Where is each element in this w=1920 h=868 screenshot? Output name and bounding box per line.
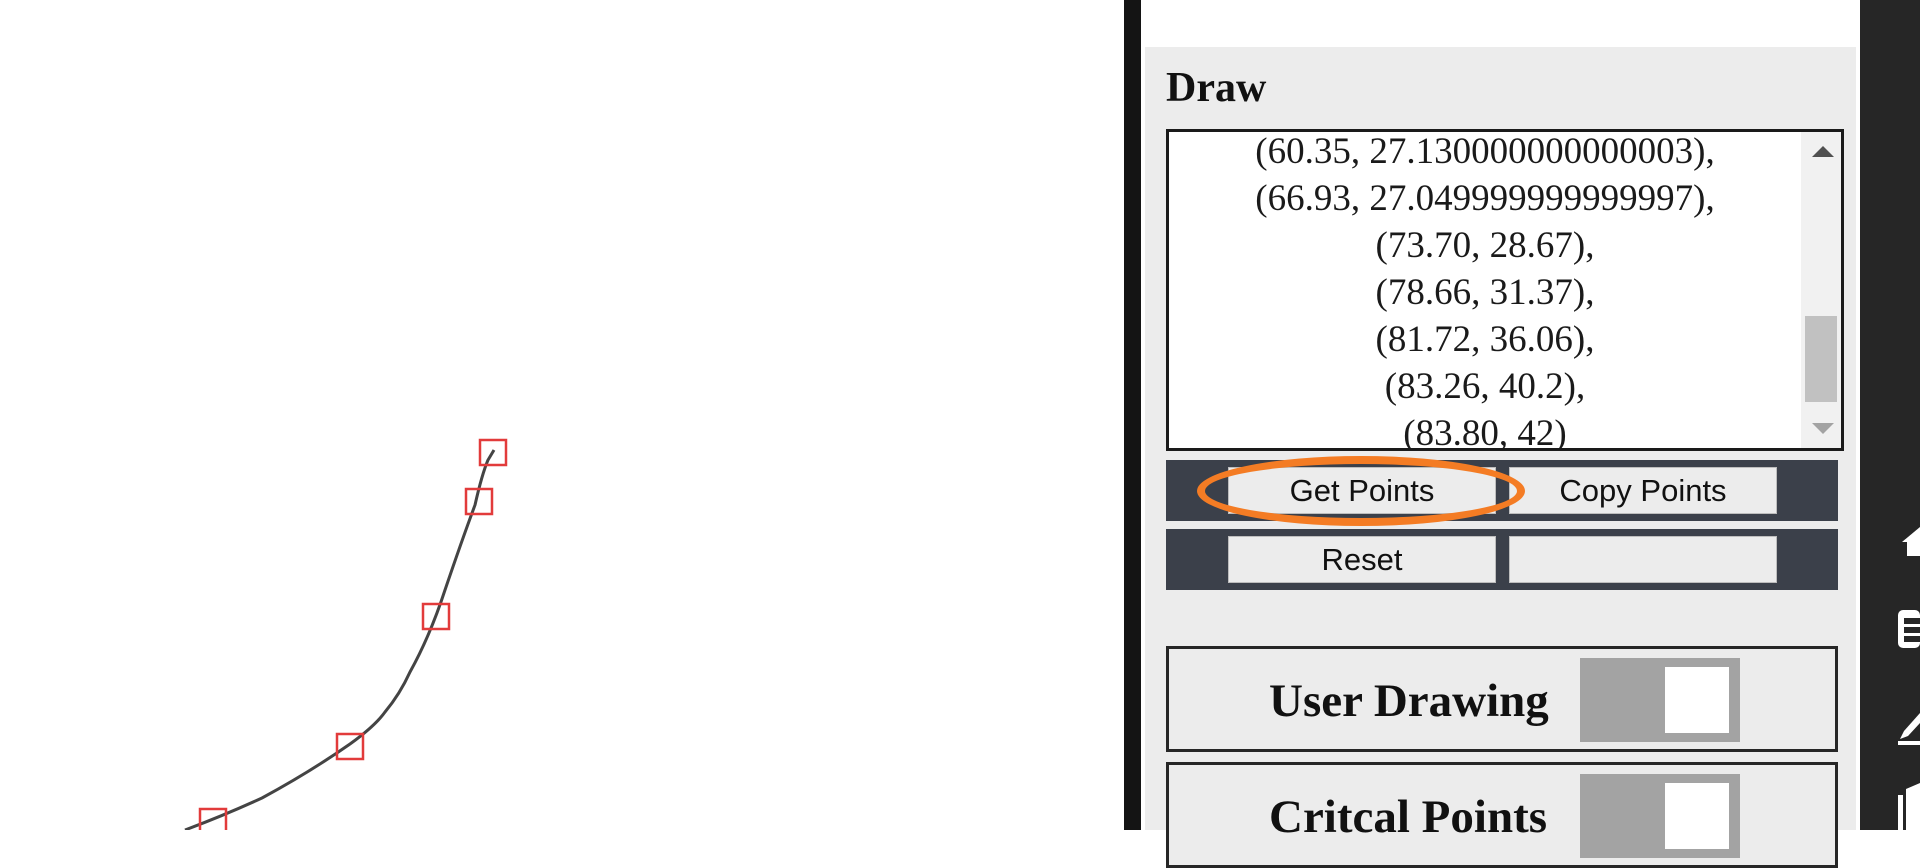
critical-points-label: Critcal Points (1269, 791, 1548, 843)
reset-button-bar: Reset (1166, 529, 1838, 590)
scroll-thumb[interactable] (1805, 316, 1837, 402)
right-sidebar (1860, 0, 1920, 830)
point-line: (83.80, 42) (1403, 413, 1567, 451)
critical-points-row: Critcal Points (1166, 762, 1838, 868)
point-line: (73.70, 28.67), (1375, 225, 1595, 266)
drawing-canvas[interactable] (0, 0, 1124, 830)
points-scrollbar[interactable] (1801, 132, 1841, 448)
blank-button[interactable] (1509, 536, 1777, 583)
draw-panel: Draw (60.35, 27.130000000000003), (66.93… (1141, 0, 1860, 868)
draw-panel-box: Draw (60.35, 27.130000000000003), (66.93… (1145, 47, 1856, 868)
scroll-up-arrow-icon[interactable] (1812, 146, 1834, 157)
panel-border (1124, 0, 1141, 830)
points-list: (60.35, 27.130000000000003), (66.93, 27.… (1169, 131, 1801, 451)
point-line: (83.26, 40.2), (1384, 366, 1586, 407)
point-line: (78.66, 31.37), (1375, 272, 1595, 313)
get-points-highlight (1197, 456, 1525, 526)
user-drawing-toggle[interactable] (1580, 658, 1740, 742)
toggle-knob (1665, 667, 1729, 733)
drawn-curve (184, 449, 496, 830)
reset-button[interactable]: Reset (1228, 536, 1496, 583)
user-drawing-row: User Drawing (1166, 646, 1838, 752)
copy-points-button[interactable]: Copy Points (1509, 467, 1777, 514)
curve-svg (184, 438, 508, 830)
points-textarea[interactable]: (60.35, 27.130000000000003), (66.93, 27.… (1166, 129, 1844, 451)
user-drawing-label: User Drawing (1269, 675, 1549, 727)
point-line: (66.93, 27.049999999999997), (1255, 178, 1715, 219)
point-line: (81.72, 36.06), (1375, 319, 1595, 360)
point-line: (60.35, 27.130000000000003), (1255, 131, 1715, 172)
pencil-icon[interactable] (1898, 705, 1920, 745)
critical-points-toggle[interactable] (1580, 774, 1740, 858)
toggle-knob (1665, 783, 1729, 849)
list-icon[interactable] (1898, 610, 1920, 648)
home-icon[interactable] (1898, 524, 1920, 556)
panel-title: Draw (1166, 65, 1267, 111)
book-icon[interactable] (1898, 783, 1920, 830)
scroll-down-arrow-icon[interactable] (1812, 423, 1834, 434)
